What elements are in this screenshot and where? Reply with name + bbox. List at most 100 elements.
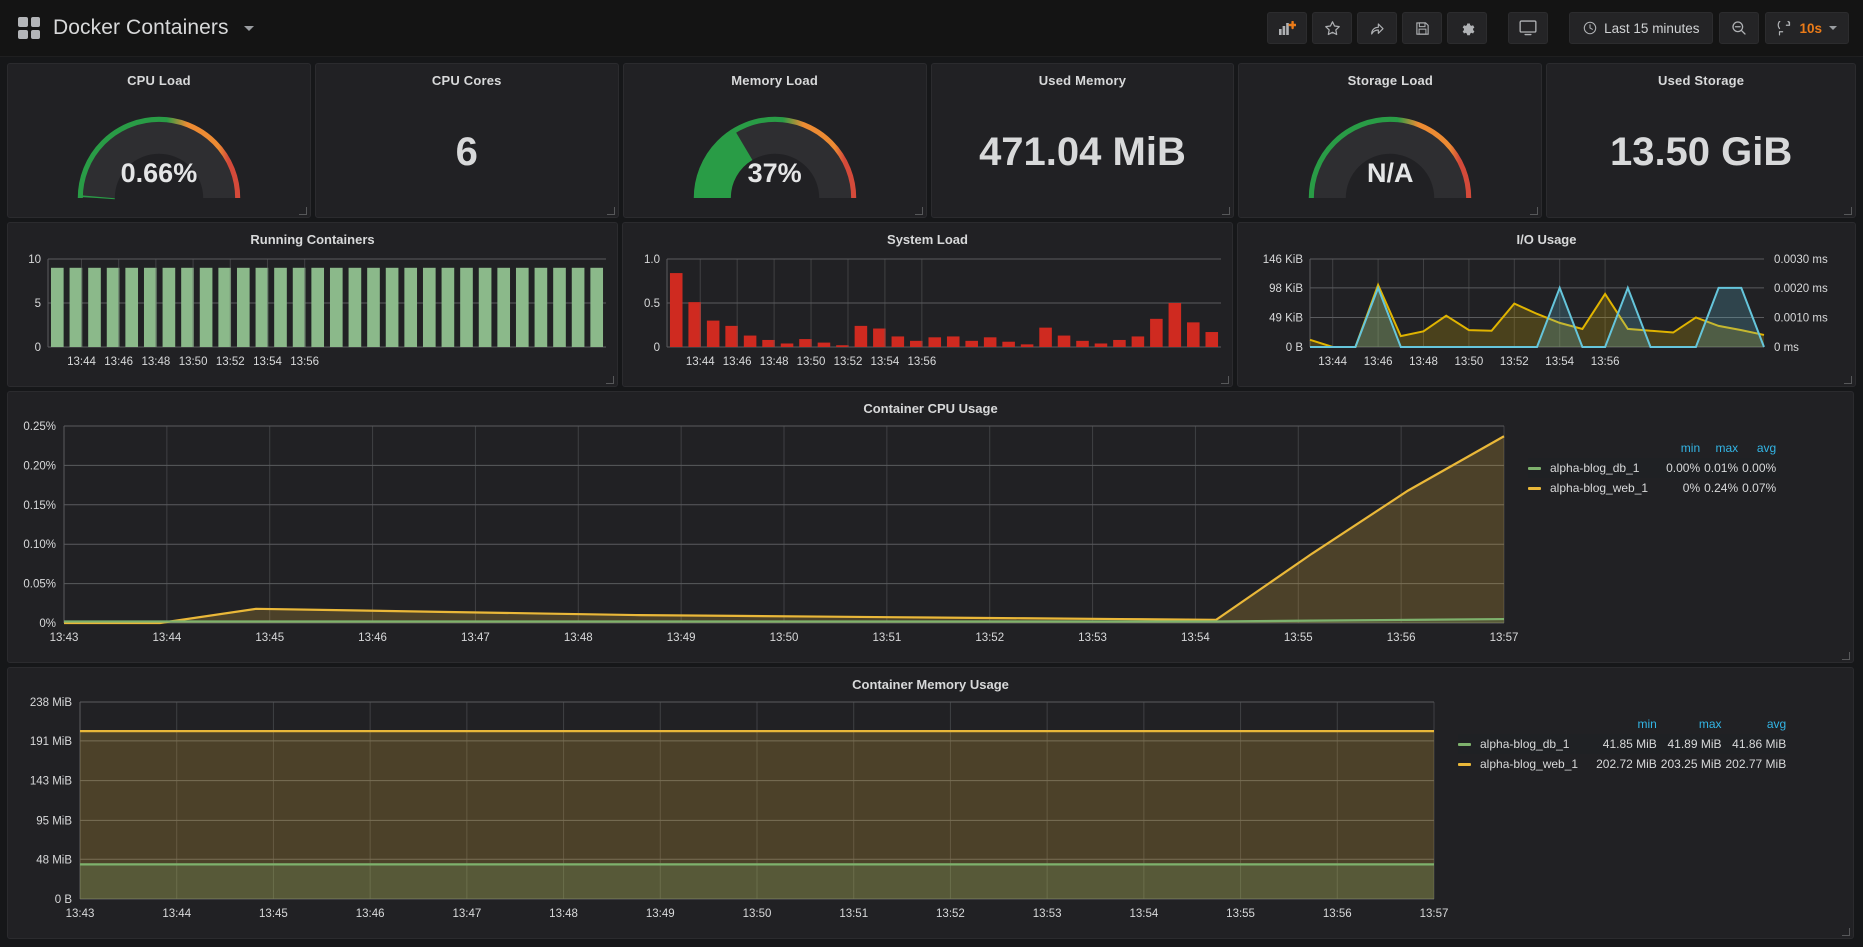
legend-series-name[interactable]: alpha-blog_web_1: [1528, 478, 1666, 498]
bar: [422, 267, 436, 347]
axis-tick-label: 0.0030 ms: [1774, 254, 1828, 266]
panel-running-containers[interactable]: Running Containers 0 5 10 13:44 13:46 13:48 13…: [7, 222, 618, 387]
stat-value: 13.50 GiB: [1609, 130, 1793, 174]
axis-tick-label: 13:56: [1387, 632, 1416, 644]
bar: [1187, 322, 1200, 347]
legend-table: min max avg alpha-blog_db_1 0.00% 0.01% 0.00% a…: [1528, 438, 1781, 498]
gauge-value: 37%: [747, 158, 802, 188]
axis-tick-label: 13:52: [1500, 356, 1529, 368]
panel-title: Container CPU Usage: [863, 401, 998, 416]
panel-container-memory-usage[interactable]: Container Memory Usage 0 B 48 MiB 95 MiB 14…: [7, 667, 1854, 939]
axis-tick-label: 0.5: [644, 298, 660, 310]
axis-tick-label: 13:48: [549, 908, 578, 920]
bar: [965, 340, 978, 347]
gauge-storage-load: N/A: [1239, 92, 1541, 214]
panel-container-cpu-usage[interactable]: Container CPU Usage 0% 0.05% 0.10% 0.15% 0.2…: [7, 391, 1854, 663]
legend-row[interactable]: alpha-blog_db_1 41.85 MiB 41.89 MiB 41.86 M…: [1458, 734, 1791, 754]
legend-container-cpu-usage[interactable]: min max avg alpha-blog_db_1 0.00% 0.01% 0.00% a…: [1528, 416, 1781, 651]
axis-tick-label: 13:52: [834, 356, 863, 368]
tv-mode-button[interactable]: [1508, 12, 1549, 44]
panel-used-storage[interactable]: Used Storage 13.50 GiB: [1546, 63, 1857, 218]
row-graphs: Running Containers 0 5 10 13:44 13:46 13:48 13…: [7, 222, 1856, 387]
add-panel-button[interactable]: [1267, 12, 1308, 44]
panel-title: Running Containers: [250, 232, 375, 247]
panel-memory-load[interactable]: Memory Load 37%: [622, 63, 927, 218]
axis-tick-label: 13:44: [686, 356, 715, 368]
panel-cpu-load[interactable]: CPU Load 0.66%: [7, 63, 311, 218]
panel-system-load[interactable]: System Load 0 0.5 1.0 13:44 13:46 13:48 13:50 1…: [622, 222, 1233, 387]
legend-spacer: [1528, 438, 1666, 458]
axis-tick-label: 13:54: [871, 356, 900, 368]
axis-tick-label: 13:56: [907, 356, 936, 368]
axis-tick-label: 13:54: [253, 356, 282, 368]
axis-tick-label: 13:57: [1490, 632, 1519, 644]
axis-tick-label: 13:46: [1364, 356, 1393, 368]
bar: [1168, 303, 1182, 347]
legend-column-header[interactable]: max: [1661, 714, 1726, 734]
row-container-memory: Container Memory Usage 0 B 48 MiB 95 MiB 14…: [7, 667, 1856, 939]
top-navbar: Docker Containers Last 15 minutes 10s: [0, 0, 1863, 57]
zoom-out-icon: [1732, 21, 1747, 35]
refresh-interval-picker[interactable]: 10s: [1765, 12, 1849, 44]
time-range-label: Last 15 minutes: [1604, 20, 1700, 36]
resize-grip[interactable]: [1842, 652, 1851, 661]
time-range-picker[interactable]: Last 15 minutes: [1569, 12, 1714, 44]
bar: [669, 273, 683, 347]
settings-button[interactable]: [1447, 12, 1488, 44]
star-button[interactable]: [1312, 12, 1353, 44]
bar: [218, 267, 232, 347]
axis-tick-label: 146 KiB: [1263, 254, 1304, 266]
legend-row[interactable]: alpha-blog_db_1 0.00% 0.01% 0.00%: [1528, 458, 1781, 478]
bar: [946, 336, 960, 347]
chevron-down-icon[interactable]: [243, 25, 254, 31]
legend-spacer: [1458, 714, 1596, 734]
legend-series-name[interactable]: alpha-blog_web_1: [1458, 754, 1596, 774]
legend-series-name[interactable]: alpha-blog_db_1: [1528, 458, 1667, 478]
axis-tick-label: 49 KiB: [1269, 312, 1303, 324]
legend-color-swatch[interactable]: [1528, 467, 1541, 471]
axis-tick-label: 13:55: [1226, 908, 1255, 920]
legend-stat-min: 41.85 MiB: [1596, 734, 1661, 754]
zoom-out-button[interactable]: [1719, 12, 1760, 44]
legend-stat-min: 202.72 MiB: [1596, 757, 1657, 771]
legend-series-name[interactable]: alpha-blog_db_1: [1458, 734, 1597, 754]
panel-used-memory[interactable]: Used Memory 471.04 MiB: [930, 63, 1235, 218]
legend-color-swatch[interactable]: [1458, 763, 1471, 767]
axis-tick-label: 0.0010 ms: [1774, 312, 1828, 324]
legend-row[interactable]: alpha-blog_web_1 202.72 MiB 203.25 MiB 202.…: [1458, 754, 1790, 774]
bar: [534, 267, 548, 347]
legend-container-memory-usage[interactable]: min max avg alpha-blog_db_1 41.85 MiB 41.89 M…: [1458, 692, 1791, 927]
panel-storage-load[interactable]: Storage Load N/A: [1238, 63, 1543, 218]
bar: [181, 267, 194, 347]
legend-row[interactable]: alpha-blog_web_1 0% 0.24% 0.07%: [1528, 478, 1780, 498]
panel-cpu-cores[interactable]: CPU Cores 6: [314, 63, 619, 218]
save-button[interactable]: [1402, 12, 1443, 44]
bar: [1039, 327, 1052, 347]
legend-stat-max: 0.01%: [1704, 458, 1743, 478]
bar: [236, 267, 250, 347]
legend-stat-max: 0.24%: [1704, 481, 1739, 495]
axis-tick-label: 13:56: [1323, 908, 1352, 920]
star-icon: [1324, 20, 1340, 35]
panel-io-usage[interactable]: I/O Usage 0 B 0 ms 49 KiB 0.0010 ms 98 KiB 0.…: [1237, 222, 1856, 387]
legend-column-header[interactable]: max: [1704, 438, 1742, 458]
legend-column-header[interactable]: min: [1596, 714, 1661, 734]
legend-color-swatch[interactable]: [1528, 487, 1541, 491]
axis-tick-label: 5: [35, 298, 41, 310]
gauge-cpu-load: 0.66%: [8, 92, 310, 214]
grid-logo-icon[interactable]: [18, 17, 40, 39]
legend-column-header[interactable]: avg: [1726, 714, 1791, 734]
legend-column-header[interactable]: avg: [1742, 438, 1780, 458]
axis-tick-label: 13:49: [667, 632, 696, 644]
share-button[interactable]: [1357, 12, 1398, 44]
axis-tick-label: 13:57: [1420, 908, 1449, 920]
bar-chart-plus-icon: [1278, 20, 1296, 35]
gauge-svg: [1309, 116, 1472, 199]
axis-tick-label: 10: [28, 254, 41, 266]
legend-color-swatch[interactable]: [1458, 743, 1471, 747]
bar: [404, 267, 418, 347]
page-title[interactable]: Docker Containers: [53, 16, 229, 40]
resize-grip[interactable]: [1842, 928, 1851, 937]
bar: [571, 267, 585, 347]
legend-column-header[interactable]: min: [1666, 438, 1704, 458]
